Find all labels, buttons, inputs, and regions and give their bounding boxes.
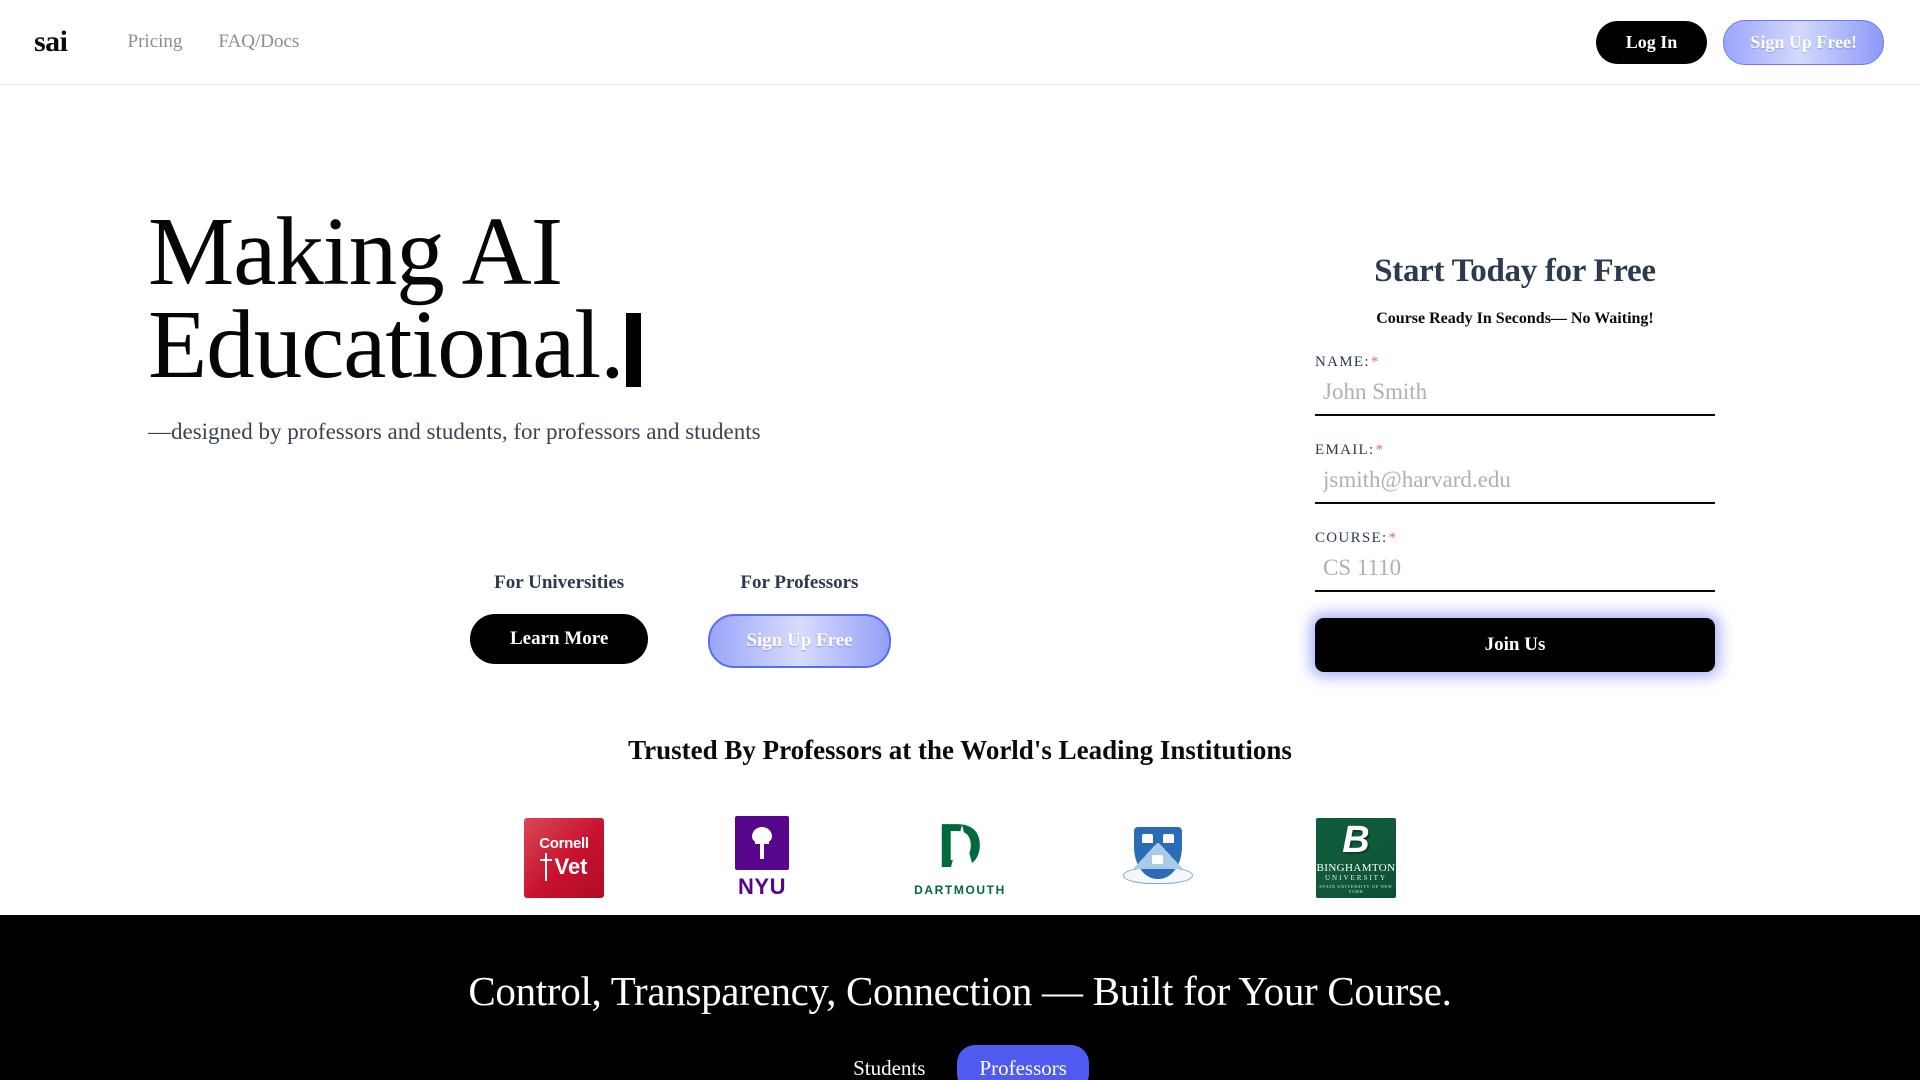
tab-students[interactable]: Students <box>831 1045 947 1080</box>
form-title: Start Today for Free <box>1374 253 1656 289</box>
hero-section: Making AI Educational. —designed by prof… <box>0 85 1920 915</box>
trusted-by-title: Trusted By Professors at the World's Lea… <box>628 735 1292 765</box>
form-subtitle: Course Ready In Seconds— No Waiting! <box>1376 310 1654 327</box>
signup-free-nav-button[interactable]: Sign Up Free! <box>1723 19 1884 65</box>
field-name-label-text: NAME: <box>1315 354 1370 370</box>
top-navigation-bar: sai Pricing FAQ/Docs Log In Sign Up Free… <box>0 0 1920 85</box>
nyu-icon <box>735 816 789 870</box>
field-email-label-text: EMAIL: <box>1315 442 1375 458</box>
audience-toggle: Students Professors <box>831 1045 1089 1080</box>
torch-icon <box>749 827 775 859</box>
logo-cornell-vet: Cornell Vet <box>504 810 624 906</box>
field-name: NAME:* <box>1315 354 1715 416</box>
features-dark-section: Control, Transparency, Connection — Buil… <box>0 915 1920 1080</box>
tab-professors[interactable]: Professors <box>957 1045 1089 1080</box>
dartmouth-icon: D <box>929 816 991 878</box>
nyu-wordmark: NYU <box>738 874 786 899</box>
name-input[interactable] <box>1315 371 1715 416</box>
pine-tree-icon <box>950 825 973 867</box>
cornell-vet-icon: Cornell Vet <box>524 818 604 898</box>
binghamton-letter: B <box>1342 819 1370 862</box>
hero-title-text: Making AI Educational. <box>148 198 625 399</box>
course-input[interactable] <box>1315 547 1715 592</box>
field-course-label-text: COURSE: <box>1315 530 1388 546</box>
field-email-label: EMAIL:* <box>1315 442 1715 459</box>
brand-logo[interactable]: sai <box>34 25 68 59</box>
required-asterisk: * <box>1370 354 1380 370</box>
cornell-line1: Cornell <box>539 834 589 852</box>
cornell-line2: Vet <box>554 853 588 879</box>
crown-icon <box>1152 855 1163 864</box>
logo-nyu: NYU <box>702 810 822 906</box>
dartmouth-wordmark: DARTMOUTH <box>914 883 1006 897</box>
page-title: Making AI Educational. <box>148 203 968 393</box>
columbia-crest-icon <box>1121 821 1195 895</box>
nav-links: Pricing FAQ/Docs <box>128 31 300 53</box>
binghamton-line2: UNIVERSITY <box>1325 873 1387 882</box>
field-course: COURSE:* <box>1315 530 1715 592</box>
hero-copy: Making AI Educational. —designed by prof… <box>148 203 968 445</box>
logo-columbia <box>1098 810 1218 906</box>
cta-professors: For Professors Sign Up Free <box>708 572 891 668</box>
institution-logos: Cornell Vet NYU D DARTMOUTH B BINGHAMTON… <box>0 810 1920 906</box>
nav-link-faq-docs[interactable]: FAQ/Docs <box>218 31 299 53</box>
trusted-by-section: Trusted By Professors at the World's Lea… <box>0 735 1920 906</box>
required-asterisk: * <box>1388 530 1398 546</box>
field-name-label: NAME:* <box>1315 354 1715 371</box>
cta-universities: For Universities Learn More <box>470 572 649 664</box>
email-input[interactable] <box>1315 459 1715 504</box>
required-asterisk: * <box>1375 442 1385 458</box>
cta-professors-label: For Professors <box>740 572 859 593</box>
join-us-button[interactable]: Join Us <box>1315 618 1715 672</box>
signup-free-button[interactable]: Sign Up Free <box>708 614 891 668</box>
logo-dartmouth: D DARTMOUTH <box>900 810 1020 906</box>
cta-universities-label: For Universities <box>494 572 625 593</box>
dark-section-title: Control, Transparency, Connection — Buil… <box>468 968 1452 1014</box>
crown-icon <box>1163 834 1174 843</box>
learn-more-button[interactable]: Learn More <box>470 614 649 664</box>
login-button[interactable]: Log In <box>1595 20 1708 64</box>
nav-actions: Log In Sign Up Free! <box>1595 19 1884 65</box>
signup-form: Start Today for Free Course Ready In Sec… <box>1315 253 1715 672</box>
logo-binghamton: B BINGHAMTON UNIVERSITY STATE UNIVERSITY… <box>1296 810 1416 906</box>
caduceus-icon <box>540 852 553 881</box>
hero-subtitle: —designed by professors and students, fo… <box>148 419 761 445</box>
field-email: EMAIL:* <box>1315 442 1715 504</box>
binghamton-line3: STATE UNIVERSITY OF NEW YORK <box>1319 883 1393 894</box>
field-course-label: COURSE:* <box>1315 530 1715 547</box>
binghamton-line1: BINGHAMTON <box>1316 861 1396 874</box>
nav-link-pricing[interactable]: Pricing <box>128 31 183 53</box>
binghamton-icon: B BINGHAMTON UNIVERSITY STATE UNIVERSITY… <box>1316 818 1396 898</box>
typing-caret-icon <box>625 313 641 388</box>
hero-cta-row: For Universities Learn More For Professo… <box>470 572 891 668</box>
crown-icon <box>1142 834 1153 843</box>
